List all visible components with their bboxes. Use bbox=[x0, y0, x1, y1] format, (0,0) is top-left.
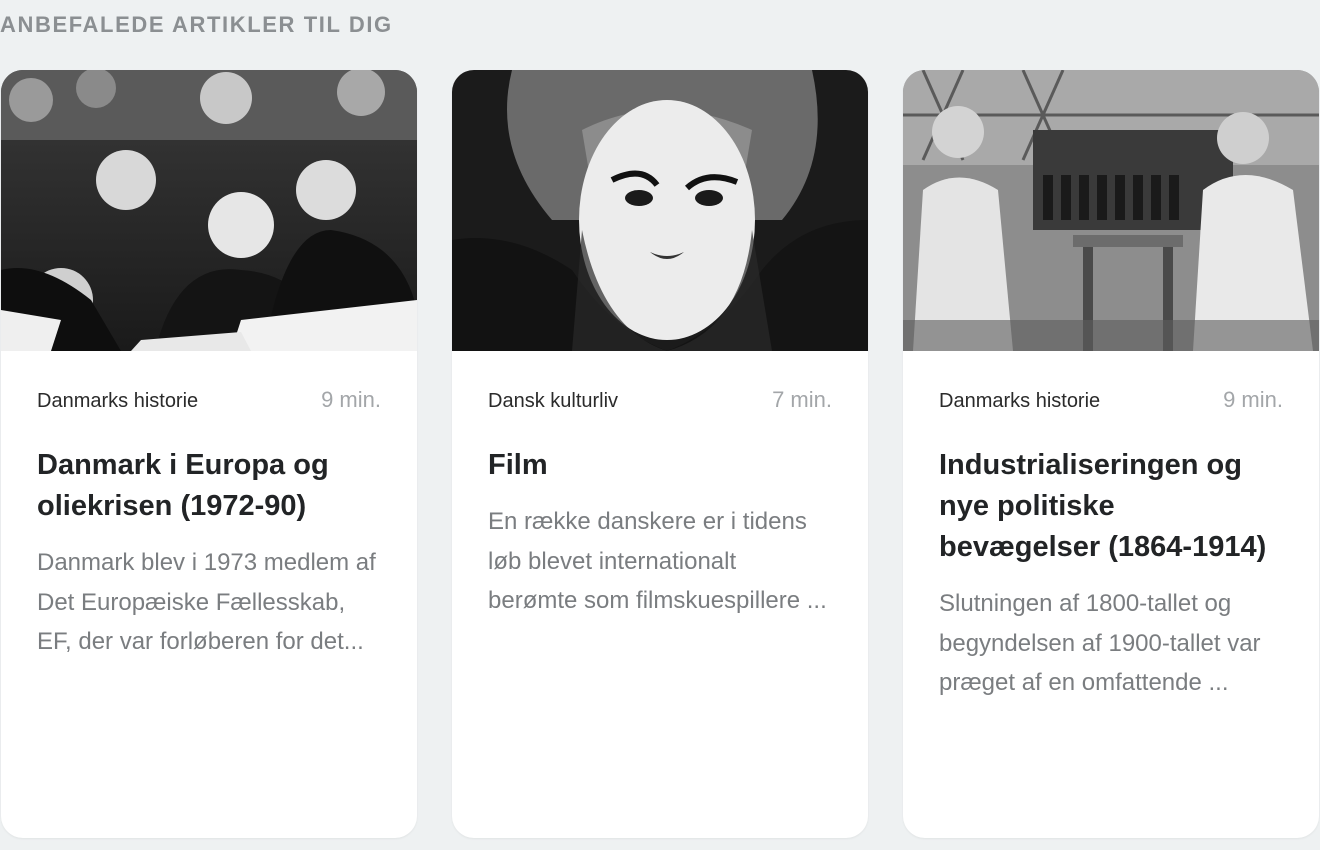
article-card-film[interactable]: Dansk kulturliv 7 min. Film En række dan… bbox=[452, 70, 868, 838]
article-excerpt: Slutningen af 1800-tallet og begyndelsen… bbox=[939, 590, 1261, 696]
article-card-industrialiseringen[interactable]: Danmarks historie 9 min. Industrialiseri… bbox=[903, 70, 1319, 838]
read-time: 9 min. bbox=[1223, 387, 1283, 412]
article-title[interactable]: Industrialiseringen og nye politiske bev… bbox=[939, 445, 1283, 568]
article-image-factory[interactable] bbox=[903, 70, 1319, 351]
photo-actress-icon bbox=[452, 70, 868, 351]
section-title: ANBEFALEDE ARTIKLER TIL DIG bbox=[0, 12, 393, 37]
article-image-politicians[interactable] bbox=[1, 70, 417, 351]
article-meta: Danmarks historie 9 min. bbox=[37, 387, 381, 415]
article-title[interactable]: Film bbox=[488, 445, 832, 486]
category-label: Danmarks historie bbox=[939, 390, 1101, 412]
read-time: 9 min. bbox=[321, 387, 381, 412]
article-image-actress[interactable] bbox=[452, 70, 868, 351]
article-meta: Dansk kulturliv 7 min. bbox=[488, 387, 832, 415]
article-meta: Danmarks historie 9 min. bbox=[939, 387, 1283, 415]
article-title[interactable]: Danmark i Europa og oliekrisen (1972-90) bbox=[37, 445, 381, 527]
article-card-danmark-i-europa[interactable]: Danmarks historie 9 min. Danmark i Europ… bbox=[1, 70, 417, 838]
read-time: 7 min. bbox=[772, 387, 832, 412]
category-label: Danmarks historie bbox=[37, 390, 199, 412]
category-label: Dansk kulturliv bbox=[488, 390, 619, 412]
article-excerpt: Danmark blev i 1973 medlem af Det Europæ… bbox=[37, 549, 376, 655]
article-excerpt: En række danskere er i tidens løb blevet… bbox=[488, 508, 827, 614]
photo-politicians-icon bbox=[1, 70, 417, 351]
photo-factory-workers-icon bbox=[903, 70, 1319, 351]
recommended-articles-list: Danmarks historie 9 min. Danmark i Europ… bbox=[0, 70, 1320, 838]
